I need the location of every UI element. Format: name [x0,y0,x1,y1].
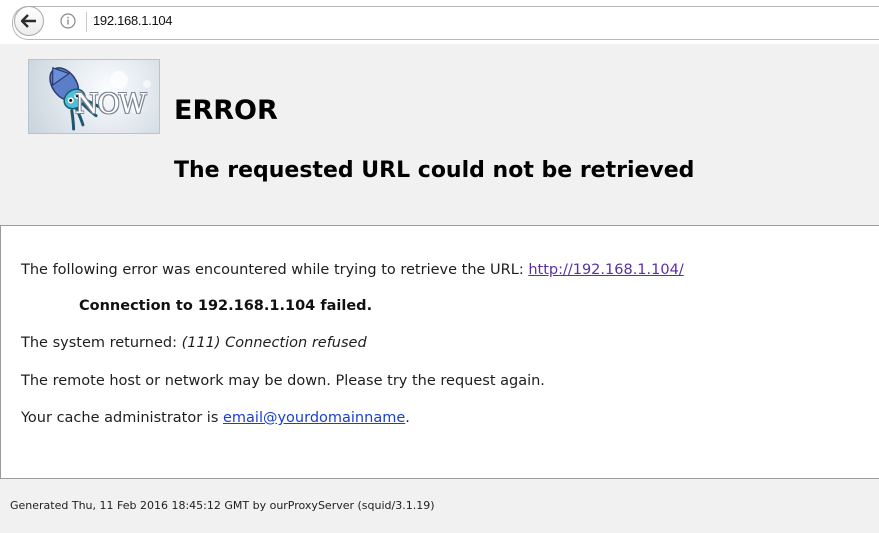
system-error-code: (111) Connection refused [181,335,367,351]
browser-toolbar: 192.168.1.104 [0,0,879,45]
error-message: Connection to 192.168.1.104 failed. [79,298,373,314]
admin-suffix: . [405,410,410,426]
squid-logo: NOW [28,59,160,134]
back-button[interactable] [14,6,44,36]
admin-label: Your cache administrator is [21,410,223,426]
error-description: The following error was encountered whil… [21,262,684,278]
url-separator [86,12,87,32]
admin-email-link[interactable]: email@yourdomainname [223,410,405,426]
url-text[interactable]: 192.168.1.104 [93,13,173,28]
system-returned: The system returned: (111) Connection re… [21,335,367,351]
system-returned-label: The system returned: [21,335,182,351]
back-arrow-icon [21,14,36,28]
requested-url-link[interactable]: http://192.168.1.104/ [528,262,683,278]
retry-hint: The remote host or network may be down. … [21,373,545,389]
error-title: ERROR [174,95,278,126]
logo-text: NOW [75,89,147,120]
footer-generated-text: Generated Thu, 11 Feb 2016 18:45:12 GMT … [10,499,435,512]
description-text: The following error was encountered whil… [21,262,529,278]
error-subtitle: The requested URL could not be retrieved [174,158,695,183]
info-icon[interactable] [60,13,76,29]
admin-contact: Your cache administrator is email@yourdo… [21,410,410,426]
footer: Generated Thu, 11 Feb 2016 18:45:12 GMT … [0,478,879,533]
